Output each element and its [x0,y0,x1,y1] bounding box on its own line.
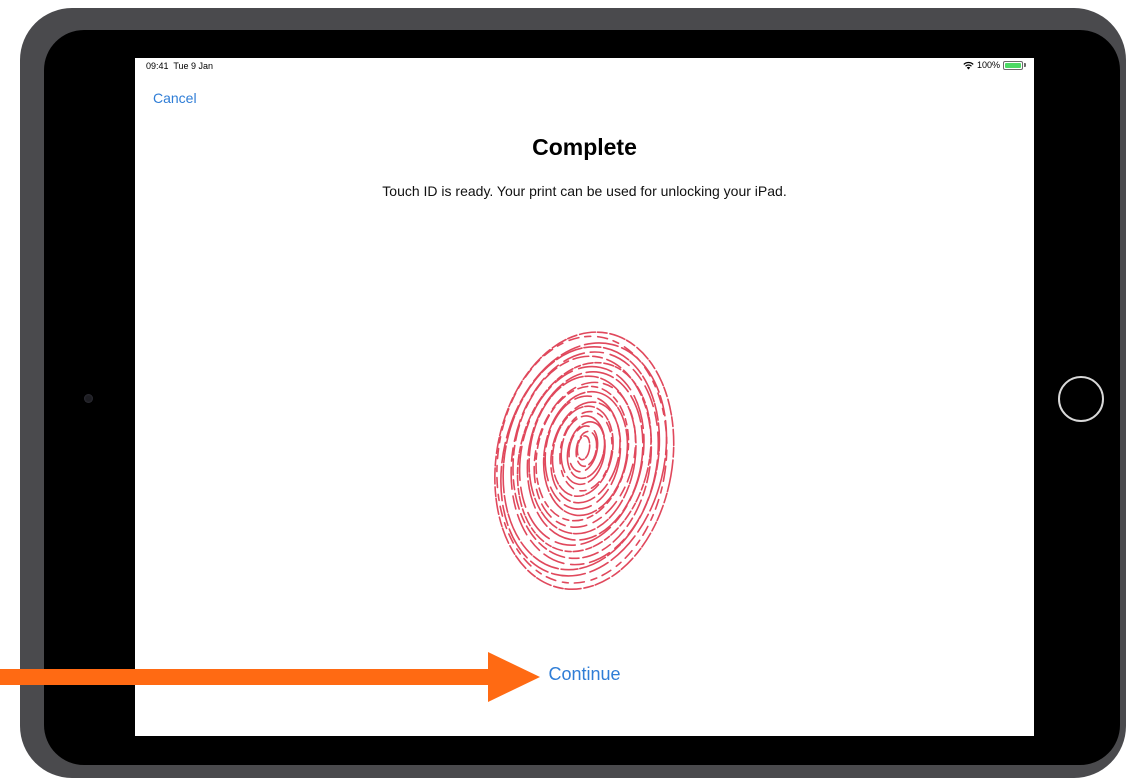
annotation-arrow-shaft [0,669,492,685]
fingerprint-ridge [512,355,653,560]
fingerprint-ridge [576,435,591,461]
battery-level-fill [1005,62,1021,68]
battery-cap [1024,63,1026,67]
cancel-button[interactable]: Cancel [153,90,197,106]
ipad-screen: 09:41 Tue 9 Jan 100% Cancel Complete Tou… [135,58,1034,736]
home-button[interactable] [1058,376,1104,422]
annotation-arrow-head [488,652,540,702]
battery-icon [1003,60,1023,70]
wifi-icon [963,61,974,69]
status-date-value: Tue 9 Jan [173,61,214,71]
annotation-arrow-icon [0,652,540,702]
status-time-value: 09:41 [146,61,169,71]
fingerprint-ridge [510,351,660,566]
fingerprint-icon [494,331,675,591]
status-bar: 09:41 Tue 9 Jan 100% [135,58,1034,74]
page-title: Complete [532,134,637,160]
stage: 09:41 Tue 9 Jan 100% Cancel Complete Tou… [0,0,1132,781]
status-time: 09:41 Tue 9 Jan [146,61,213,71]
status-indicators: 100% [963,60,1026,70]
battery-percent: 100% [976,60,1000,70]
camera-icon [84,394,93,403]
fingerprint-ridge [535,385,630,522]
page-subtitle: Touch ID is ready. Your print can be use… [382,183,787,199]
